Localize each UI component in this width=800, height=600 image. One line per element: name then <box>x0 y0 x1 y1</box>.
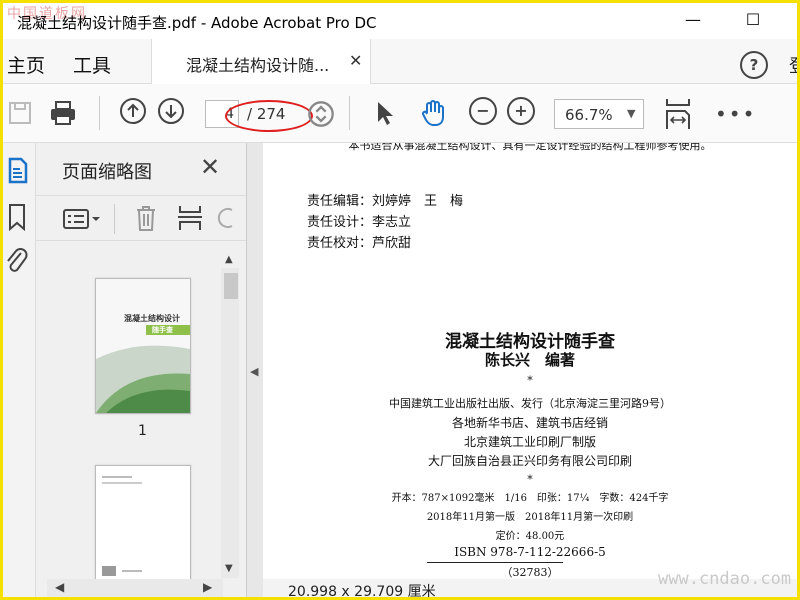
panel-title: 页面缩略图 <box>62 162 152 183</box>
page-thumbnail-1[interactable]: 混凝土结构设计 随手查 <box>95 278 191 414</box>
thumbnail-text-line <box>102 476 132 478</box>
thumbnail-text-line <box>122 570 142 572</box>
thumbnail-title: 混凝土结构设计 <box>124 314 180 323</box>
price-line: 定价：48.00元 <box>495 531 565 542</box>
printer-line: 大厂回族自治县正兴印务有限公司印刷 <box>427 454 632 468</box>
home-tab[interactable]: 主页 <box>7 51 45 78</box>
window-title: 混凝土结构设计随手查.pdf - Adobe Acrobat Pro DC <box>17 14 377 32</box>
document-view[interactable]: 本书适合从事混凝土结构设计、具有一定设计经验的结构工程师参考使用。 责任编辑：刘… <box>263 143 797 579</box>
delete-page-icon[interactable] <box>134 204 158 232</box>
toolbar-divider <box>349 96 350 130</box>
minimize-button[interactable]: — <box>673 7 713 33</box>
distributor-line: 各地新华书店、建筑书店经销 <box>451 416 608 430</box>
isbn-underline <box>427 562 563 563</box>
thumbnails-horizontal-scrollbar[interactable] <box>47 579 223 597</box>
title-bar: 中国道板网 混凝土结构设计随手查.pdf - Adobe Acrobat Pro… <box>3 3 797 39</box>
panel-splitter[interactable]: ◀ <box>247 143 263 597</box>
insert-page-icon[interactable] <box>176 204 204 232</box>
document-tab-label: 混凝土结构设计随... <box>186 56 330 75</box>
zoom-out-icon[interactable]: − <box>469 97 497 125</box>
annotation-highlight-oval <box>225 100 313 132</box>
help-icon[interactable]: ? <box>740 51 768 79</box>
publisher-line: 中国建筑工业出版社出版、发行（北京海淀三里河路9号） <box>389 397 671 410</box>
attachment-icon[interactable] <box>5 247 29 277</box>
separator-star: * <box>527 374 533 387</box>
select-tool-icon[interactable] <box>371 99 399 127</box>
bookmark-icon[interactable] <box>7 203 27 231</box>
zoom-in-icon[interactable]: + <box>507 97 535 125</box>
top-nav: 主页 工具 <box>3 39 797 84</box>
thumbnails-scrollbar-thumb[interactable] <box>224 273 238 299</box>
cover-graphic <box>96 279 190 413</box>
thumbnail-1-label: 1 <box>138 423 147 439</box>
tools-tab[interactable]: 工具 <box>73 51 111 78</box>
book-author: 陈长兴 编著 <box>484 351 575 369</box>
thumbnail-text-line <box>102 482 142 484</box>
close-tab-icon[interactable]: ✕ <box>349 51 362 70</box>
isbn-line: ISBN 978-7-112-22666-5 <box>454 545 606 559</box>
print-icon[interactable] <box>49 99 77 127</box>
app-window: 中国道板网 混凝土结构设计随手查.pdf - Adobe Acrobat Pro… <box>0 0 800 600</box>
sign-in-link[interactable]: 登 <box>789 52 797 78</box>
scroll-up-icon[interactable]: ▲ <box>225 254 233 265</box>
separator-star: * <box>527 473 533 486</box>
credit-proofreader: 责任校对：芦欣甜 <box>307 236 412 251</box>
toolbar: 4 / 274 − + 66.7% ▼ ••• <box>3 84 797 143</box>
credit-designer: 责任设计：李志立 <box>307 215 412 230</box>
zoom-value: 66.7% <box>565 106 613 124</box>
options-menu-icon[interactable] <box>62 208 102 230</box>
page-stepper-icon[interactable] <box>307 100 335 128</box>
save-icon[interactable] <box>7 99 35 127</box>
thumbnail-subtitle: 随手查 <box>152 326 173 334</box>
document-tab[interactable]: 混凝土结构设计随... ✕ <box>151 39 371 84</box>
rotate-page-icon[interactable] <box>216 204 236 232</box>
chevron-down-icon: ▼ <box>627 107 636 120</box>
scroll-right-icon[interactable]: ▶ <box>203 580 212 594</box>
scroll-down-icon[interactable]: ▼ <box>225 563 233 574</box>
watermark-bottom-right: www.cndao.com <box>658 569 792 589</box>
pdf-page: 本书适合从事混凝土结构设计、具有一定设计经验的结构工程师参考使用。 责任编辑：刘… <box>263 143 797 579</box>
collapse-panel-icon[interactable]: ◀ <box>250 365 258 378</box>
fit-page-icon[interactable] <box>663 97 693 131</box>
previous-page-icon[interactable] <box>119 97 147 125</box>
page-thumbnail-2[interactable] <box>95 465 191 587</box>
close-panel-icon[interactable]: ✕ <box>200 153 220 181</box>
edition-line: 2018年11月第一版 2018年11月第一次印刷 <box>426 512 634 523</box>
thumbnails-panel: 页面缩略图 ✕ 混凝土结构设计 随手查 1 <box>36 143 247 597</box>
credit-editor: 责任编辑：刘婷婷 王 梅 <box>307 194 464 209</box>
hand-tool-icon[interactable] <box>419 99 447 127</box>
page-thumbnails-icon[interactable] <box>7 157 29 185</box>
maximize-button[interactable]: ☐ <box>733 7 773 33</box>
toolbar-divider <box>99 96 100 130</box>
more-tools-icon[interactable]: ••• <box>715 102 756 126</box>
doc-top-line: 本书适合从事混凝土结构设计、具有一定设计经验的结构工程师参考使用。 <box>348 143 712 152</box>
page-dimensions: 20.998 x 29.709 厘米 <box>288 584 436 600</box>
panel-toolbar <box>36 195 246 241</box>
specs-line: 开本：787×1092毫米 1/16 印张：17¼ 字数：424千字 <box>391 493 669 504</box>
thumbnail-barcode <box>102 566 116 576</box>
zoom-select[interactable]: 66.7% ▼ <box>554 99 644 129</box>
next-page-icon[interactable] <box>157 97 185 125</box>
thumbnails-scrollbar[interactable] <box>221 268 239 578</box>
scroll-left-icon[interactable]: ◀ <box>55 580 64 594</box>
panel-toolbar-divider <box>114 204 115 234</box>
left-rail <box>3 143 36 597</box>
plate-maker-line: 北京建筑工业印刷厂制版 <box>463 435 596 449</box>
